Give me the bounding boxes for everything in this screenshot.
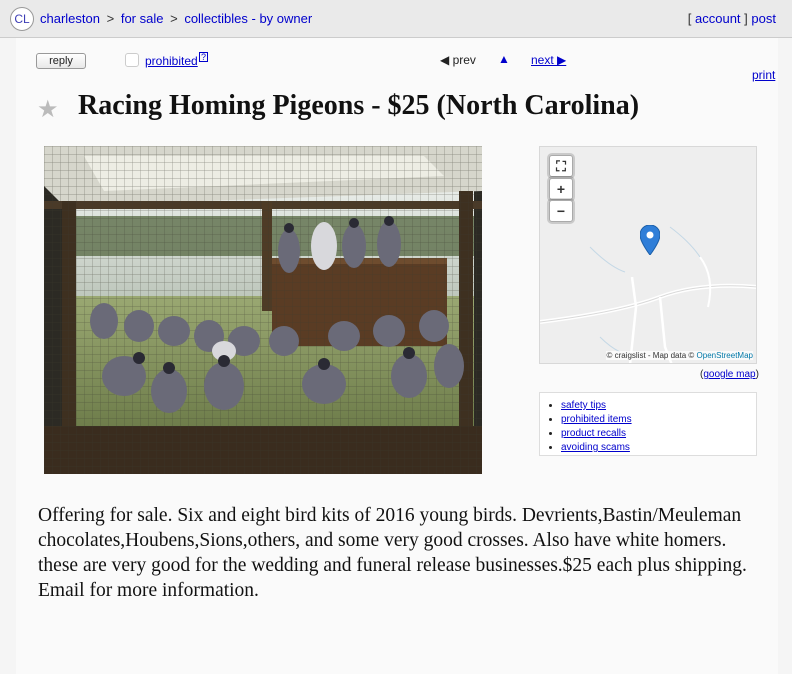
map-attribution: © craigslist - Map data © OpenStreetMap xyxy=(606,351,753,360)
bracket-close: ] xyxy=(744,11,748,26)
help-icon[interactable]: ? xyxy=(199,52,209,62)
top-bar: CL charleston > for sale > collectibles … xyxy=(0,0,792,38)
breadcrumb-subcategory[interactable]: collectibles - by owner xyxy=(184,11,312,26)
up-arrow-icon[interactable]: ▲ xyxy=(498,52,510,66)
safety-links-box: safety tips prohibited items product rec… xyxy=(539,392,757,456)
pigeon-loft-image xyxy=(44,146,482,474)
list-item: prohibited items xyxy=(561,413,756,427)
post-link[interactable]: post xyxy=(751,11,776,26)
bracket-open: [ xyxy=(687,11,692,26)
breadcrumb-city[interactable]: charleston xyxy=(40,11,100,26)
fullscreen-icon[interactable]: ⛶ xyxy=(549,155,573,177)
list-item: product recalls xyxy=(561,427,756,441)
breadcrumb-separator: > xyxy=(170,11,178,26)
safety-links-list: safety tips prohibited items product rec… xyxy=(540,393,756,455)
paren-close: ) xyxy=(755,369,759,380)
prohibited-link[interactable]: prohibited xyxy=(145,54,198,68)
account-link[interactable]: account xyxy=(695,11,741,26)
reply-button[interactable]: reply xyxy=(36,53,86,69)
openstreetmap-link[interactable]: OpenStreetMap xyxy=(697,351,753,360)
posting-title: Racing Homing Pigeons - $25 (North Carol… xyxy=(78,90,640,121)
list-item: avoiding scams xyxy=(561,441,756,455)
list-item: safety tips xyxy=(561,399,756,413)
google-map-link[interactable]: google map xyxy=(703,369,755,380)
breadcrumb: charleston > for sale > collectibles - b… xyxy=(40,11,312,26)
google-map-wrapper: (google map) xyxy=(700,369,759,380)
breadcrumb-separator: > xyxy=(106,11,115,26)
print-link[interactable]: print xyxy=(752,68,775,82)
account-nav: [ account ] post xyxy=(688,11,776,26)
zoom-in-button[interactable]: + xyxy=(549,178,573,200)
avoiding-scams-link[interactable]: avoiding scams xyxy=(561,442,630,453)
map-pin-icon[interactable] xyxy=(640,225,660,255)
craigslist-logo[interactable]: CL xyxy=(10,7,34,31)
zoom-out-button[interactable]: − xyxy=(549,200,573,222)
prev-button[interactable]: ◀ prev xyxy=(440,53,476,67)
map-attribution-text: © craigslist - Map data © xyxy=(606,351,695,360)
prohibited-items-link[interactable]: prohibited items xyxy=(561,414,632,425)
posting-photo[interactable] xyxy=(44,146,482,474)
location-map[interactable]: ⛶ + − © craigslist - Map data © OpenStre… xyxy=(539,146,757,364)
product-recalls-link[interactable]: product recalls xyxy=(561,428,626,439)
prohibited-checkbox[interactable] xyxy=(125,53,139,67)
next-link[interactable]: next ▶ xyxy=(531,53,566,67)
posting-body: Offering for sale. Six and eight bird ki… xyxy=(38,505,747,601)
breadcrumb-category[interactable]: for sale xyxy=(121,11,164,26)
safety-tips-link[interactable]: safety tips xyxy=(561,400,606,411)
favorite-star-icon[interactable]: ★ xyxy=(37,95,59,124)
